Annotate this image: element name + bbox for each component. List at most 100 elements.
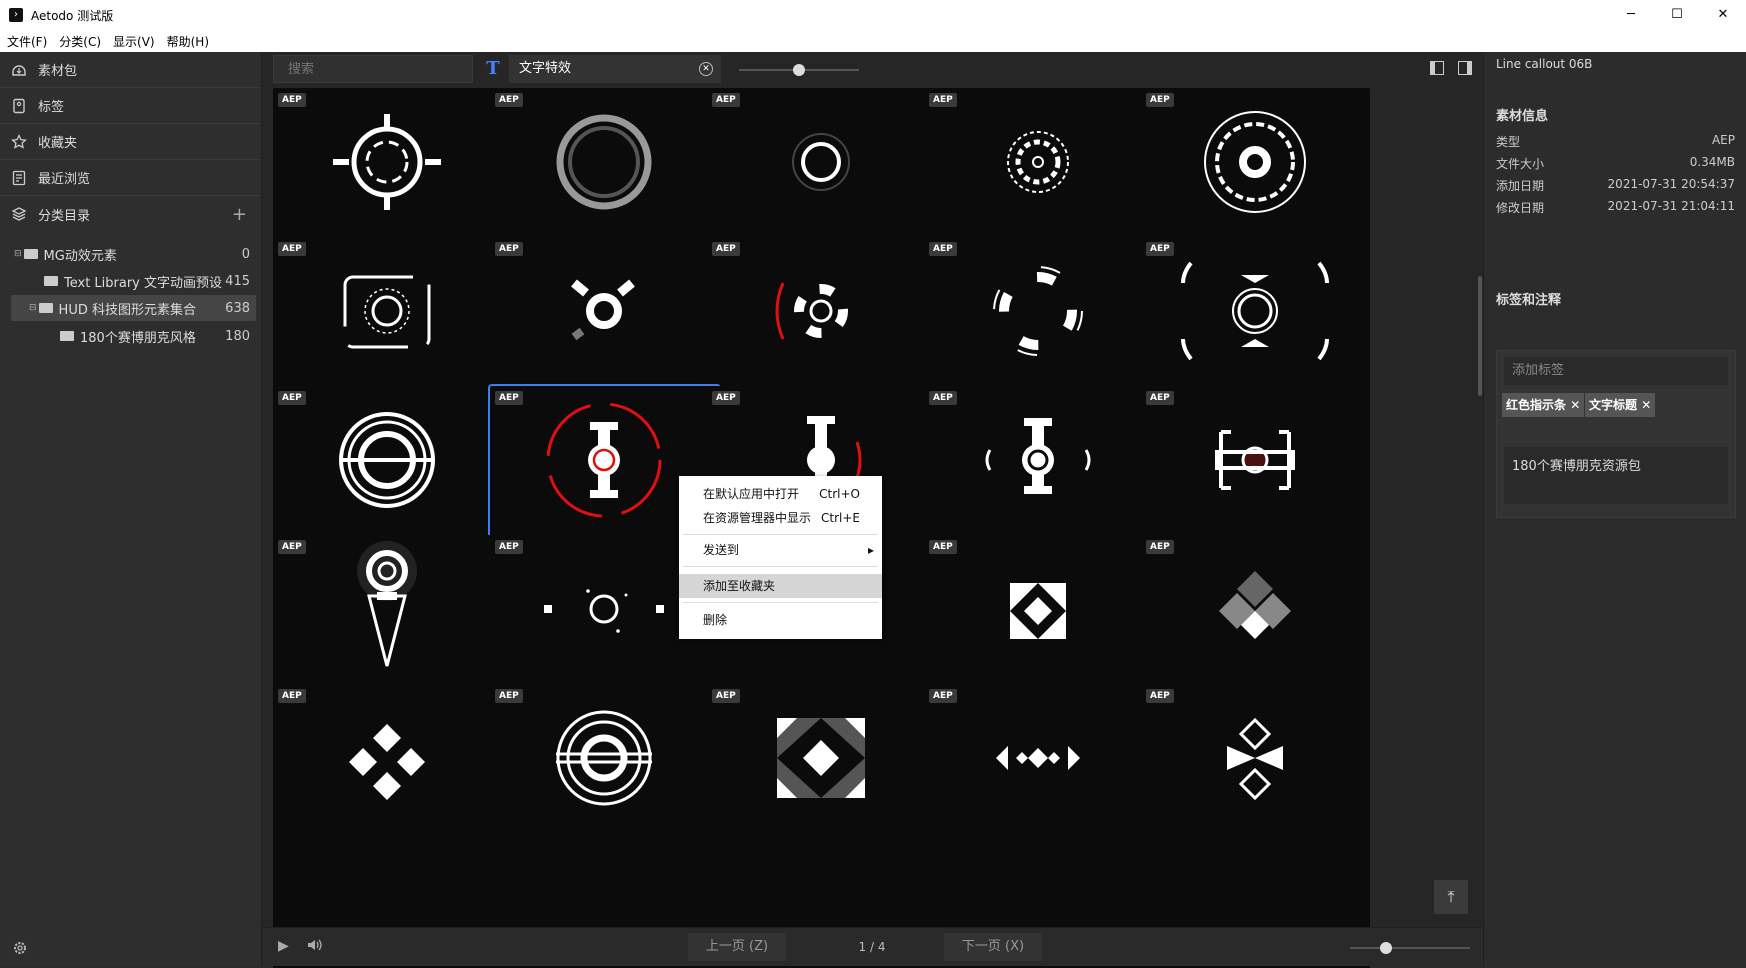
menu-item-delete[interactable]: 删除 bbox=[679, 608, 882, 632]
menu-item-show-in-explorer[interactable]: 在资源管理器中显示 Ctrl+E bbox=[679, 506, 882, 530]
text-type-button[interactable]: T bbox=[482, 58, 504, 80]
file-type-badge: AEP bbox=[1146, 689, 1174, 703]
file-type-badge: AEP bbox=[712, 93, 740, 107]
asset-thumbnail[interactable]: AEP bbox=[273, 88, 502, 241]
add-tag-input[interactable]: 添加标签 bbox=[1504, 357, 1728, 385]
file-type-badge: AEP bbox=[1146, 540, 1174, 554]
asset-thumbnail[interactable]: AEP bbox=[273, 684, 502, 837]
asset-name: Line callout 06B bbox=[1496, 57, 1593, 71]
thumbnail-size-slider[interactable] bbox=[739, 64, 859, 76]
sidebar-item-tags[interactable]: 标签 bbox=[0, 88, 261, 124]
note-text[interactable]: 180个赛博朋克资源包 bbox=[1504, 447, 1728, 504]
asset-thumbnail[interactable]: AEP bbox=[490, 88, 719, 241]
sidebar-item-favorites[interactable]: 收藏夹 bbox=[0, 124, 261, 160]
tree-item-label: Text Library 文字动画预设 bbox=[64, 275, 223, 291]
asset-thumbnail[interactable]: AEP bbox=[707, 88, 936, 241]
maximize-button[interactable]: ☐ bbox=[1654, 0, 1700, 30]
bottom-bar: ▶ 上一页 (Z) 1 / 4 下一页 (X) bbox=[262, 927, 1482, 966]
tree-item-count: 415 bbox=[225, 273, 250, 289]
right-panel-toggle-icon[interactable] bbox=[1458, 61, 1472, 75]
scrollbar[interactable] bbox=[1478, 276, 1482, 396]
file-type-badge: AEP bbox=[929, 689, 957, 703]
file-type-badge: AEP bbox=[278, 93, 306, 107]
menu-view[interactable]: 显示(V) bbox=[113, 33, 155, 50]
asset-thumbnail[interactable]: AEP bbox=[1141, 88, 1370, 241]
asset-thumbnail[interactable]: AEP bbox=[1141, 535, 1370, 688]
menu-category[interactable]: 分类(C) bbox=[59, 33, 101, 50]
volume-icon[interactable] bbox=[306, 936, 324, 958]
info-label: 类型 bbox=[1496, 135, 1521, 149]
asset-preview-graphic bbox=[1007, 131, 1069, 193]
tree-item-count: 0 bbox=[241, 246, 250, 262]
play-icon[interactable]: ▶ bbox=[278, 938, 289, 954]
sidebar-item-recent[interactable]: 最近浏览 bbox=[0, 160, 261, 196]
left-panel-toggle-icon[interactable] bbox=[1430, 61, 1444, 75]
zoom-slider[interactable] bbox=[1350, 942, 1470, 954]
remove-tag-icon[interactable]: ✕ bbox=[1570, 398, 1580, 412]
tag-chip[interactable]: 红色指示条 ✕ bbox=[1502, 393, 1585, 417]
folder-icon bbox=[23, 249, 38, 259]
close-button[interactable]: ✕ bbox=[1700, 0, 1746, 30]
asset-preview-graphic bbox=[777, 718, 865, 798]
menu-bar: 文件(F) 分类(C) 显示(V) 帮助(H) bbox=[0, 30, 1746, 52]
asset-thumbnail[interactable]: AEP bbox=[273, 386, 502, 539]
prev-page-button[interactable]: 上一页 (Z) bbox=[688, 933, 786, 961]
asset-preview-graphic bbox=[343, 275, 431, 349]
scroll-to-top-button[interactable]: ⤒ bbox=[1434, 880, 1468, 914]
asset-thumbnail[interactable]: AEP bbox=[273, 237, 502, 390]
asset-thumbnail[interactable]: AEP bbox=[1141, 386, 1370, 539]
asset-thumbnail[interactable]: AEP bbox=[924, 535, 1153, 688]
sidebar-item-packages[interactable]: 素材包 bbox=[0, 52, 261, 88]
asset-thumbnail[interactable]: AEP bbox=[924, 386, 1153, 539]
package-icon bbox=[10, 61, 28, 79]
asset-thumbnail[interactable]: AEP bbox=[924, 237, 1153, 390]
info-row-type: 类型 AEP bbox=[1496, 133, 1735, 150]
asset-thumbnail[interactable]: AEP bbox=[707, 684, 936, 837]
tree-item-cyberpunk[interactable]: 180个赛博朋克风格 180 bbox=[0, 323, 262, 349]
file-type-badge: AEP bbox=[712, 242, 740, 256]
asset-thumbnail[interactable]: AEP bbox=[1141, 684, 1370, 837]
file-type-badge: AEP bbox=[712, 689, 740, 703]
collapse-toggle-icon[interactable]: ⊟ bbox=[14, 249, 22, 259]
menu-item-open-default[interactable]: 在默认应用中打开 Ctrl+O bbox=[679, 482, 882, 506]
file-type-badge: AEP bbox=[1146, 391, 1174, 405]
asset-thumbnail[interactable]: AEP bbox=[924, 88, 1153, 241]
asset-thumbnail[interactable]: AEP bbox=[1141, 237, 1370, 390]
asset-thumbnail[interactable]: AEP bbox=[707, 237, 936, 390]
tag-chip[interactable]: 文字标题 ✕ bbox=[1585, 393, 1656, 417]
add-category-button[interactable]: + bbox=[232, 204, 247, 225]
sidebar-item-catalog[interactable]: 分类目录 + bbox=[0, 196, 261, 232]
asset-preview-graphic bbox=[775, 282, 848, 340]
tree-item-hud[interactable]: ⊟ HUD 科技图形元素集合 638 bbox=[11, 295, 256, 321]
active-tag-filter[interactable]: 文字特效 ✕ bbox=[509, 55, 721, 83]
file-type-badge: AEP bbox=[1146, 93, 1174, 107]
menu-item-label: 在资源管理器中显示 bbox=[703, 511, 812, 525]
tree-item-mg[interactable]: ⊟ MG动效元素 0 bbox=[0, 241, 262, 267]
window-title: Aetodo 测试版 bbox=[31, 8, 114, 23]
slider-handle[interactable] bbox=[1380, 942, 1392, 954]
slider-handle[interactable] bbox=[793, 64, 805, 76]
submenu-arrow-icon: ▸ bbox=[867, 543, 874, 557]
tree-item-text-library[interactable]: Text Library 文字动画预设 415 bbox=[0, 268, 262, 294]
asset-thumbnail[interactable]: AEP bbox=[273, 535, 502, 688]
file-type-badge: AEP bbox=[278, 540, 306, 554]
menu-item-add-favorite[interactable]: 添加至收藏夹 bbox=[679, 574, 882, 598]
minimize-button[interactable]: ─ bbox=[1608, 0, 1654, 30]
settings-gear-icon[interactable] bbox=[12, 940, 28, 956]
search-input[interactable] bbox=[273, 55, 473, 83]
info-label: 修改日期 bbox=[1496, 201, 1545, 215]
remove-tag-icon[interactable]: ✕ bbox=[1641, 398, 1651, 412]
menu-file[interactable]: 文件(F) bbox=[7, 33, 47, 50]
menu-help[interactable]: 帮助(H) bbox=[167, 33, 209, 50]
page-indicator: 1 / 4 bbox=[858, 940, 886, 954]
collapse-toggle-icon[interactable]: ⊟ bbox=[29, 303, 37, 313]
next-page-button[interactable]: 下一页 (X) bbox=[944, 933, 1042, 961]
menu-item-send-to[interactable]: 发送到 ▸ bbox=[679, 538, 882, 562]
clear-tag-icon[interactable]: ✕ bbox=[699, 62, 713, 76]
asset-thumbnail[interactable]: AEP bbox=[490, 684, 719, 837]
asset-thumbnail[interactable]: AEP bbox=[490, 237, 719, 390]
asset-preview-graphic bbox=[333, 114, 441, 210]
asset-thumbnail[interactable]: AEP bbox=[924, 684, 1153, 837]
asset-preview-graphic bbox=[1010, 583, 1066, 639]
menu-item-label: 添加至收藏夹 bbox=[703, 579, 776, 593]
